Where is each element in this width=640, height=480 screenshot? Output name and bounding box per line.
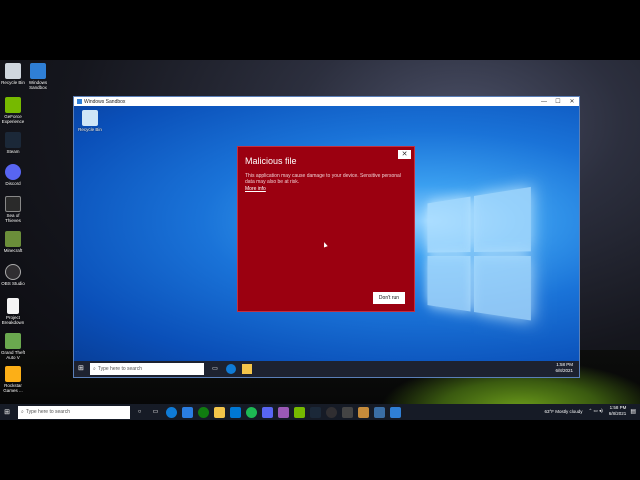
app-icon[interactable] [374, 406, 385, 418]
sandbox-taskbar: ⊞ ⌕ Type here to search ▭ 1:58 PM 6/8/20… [74, 361, 579, 377]
start-icon[interactable]: ⊞ [0, 408, 14, 416]
sandbox-app-icon [77, 99, 82, 104]
obs-icon[interactable] [326, 406, 337, 418]
recycle-bin-glyph [5, 63, 21, 79]
gta-v-icon[interactable]: Grand Theft Auto V [0, 333, 26, 360]
spotify-icon[interactable] [246, 406, 257, 418]
desktop-icon-label: Project Breakdown [1, 315, 25, 325]
desktop-icon-label: Discord [5, 181, 21, 186]
discord-icon[interactable] [262, 406, 273, 418]
file-explorer-icon[interactable] [214, 406, 225, 418]
sandbox-title: Windows Sandbox [84, 98, 126, 105]
maximize-button[interactable]: ☐ [551, 98, 565, 105]
sea-of-thieves-glyph [5, 196, 21, 212]
discord-glyph [5, 164, 21, 180]
windows-sandbox-icon[interactable]: Windows Sandbox [25, 63, 51, 90]
photos-icon[interactable] [278, 406, 289, 418]
dialog-title: Malicious file [245, 156, 297, 166]
game-icon[interactable] [358, 406, 369, 418]
discord-icon[interactable]: Discord [0, 164, 26, 186]
obs-studio-icon[interactable]: OBS Studio [0, 264, 26, 286]
search-placeholder: Type here to search [97, 366, 143, 372]
recycle-bin-icon[interactable]: Recycle Bin [0, 63, 26, 85]
cortana-icon[interactable]: ○ [134, 407, 145, 418]
document-glyph [7, 298, 19, 314]
start-icon[interactable]: ⊞ [78, 364, 84, 372]
steam-icon[interactable] [310, 406, 321, 418]
file-explorer-icon[interactable] [242, 364, 252, 374]
desktop-icon-label: Sea of Thieves [5, 213, 21, 223]
steam-glyph [5, 132, 21, 148]
malicious-file-dialog: ✕ Malicious file This application may ca… [237, 146, 415, 312]
desktop-icon-label: Windows Sandbox [28, 80, 48, 90]
gta-glyph [5, 333, 21, 349]
windows-sandbox-taskbar-icon[interactable] [390, 406, 401, 418]
geforce-glyph [5, 97, 21, 113]
pinned-apps: ○ ▭ [134, 406, 406, 418]
host-search-box[interactable]: ⌕ Type here to search [18, 405, 130, 419]
desktop-icon-label: Recycle Bin [1, 80, 25, 85]
dialog-body: This application may cause damage to you… [245, 173, 401, 185]
dont-run-button[interactable]: Don't run [373, 292, 405, 304]
windows-logo-icon [427, 186, 536, 326]
sandbox-clock[interactable]: 1:58 PM 6/8/2021 [555, 362, 573, 374]
obs-glyph [5, 264, 21, 280]
host-clock[interactable]: 1:58 PM 6/8/2021 [609, 405, 627, 417]
letterbox-bottom [0, 420, 640, 480]
sandbox-titlebar[interactable]: Windows Sandbox — ☐ ✕ [74, 97, 579, 106]
inner-recycle-bin-icon[interactable]: Recycle Bin [77, 110, 103, 132]
search-icon: ⌕ [21, 409, 24, 415]
project-breakdown-icon[interactable]: Project Breakdown [0, 298, 26, 325]
desktop-icon-label: OBS Studio [1, 281, 25, 286]
edge-icon[interactable] [166, 406, 177, 418]
nvidia-icon[interactable] [294, 406, 305, 418]
task-view-icon[interactable]: ▭ [150, 407, 161, 418]
store-icon[interactable] [182, 406, 193, 418]
desktop-icon-label: Recycle Bin [78, 127, 102, 132]
search-placeholder: Type here to search [25, 409, 71, 415]
recycle-bin-glyph [82, 110, 98, 126]
sandbox-search-box[interactable]: ⌕ Type here to search [90, 363, 204, 375]
xbox-icon[interactable] [198, 406, 209, 418]
windows-sandbox-glyph [30, 63, 46, 79]
desktop-icon-label: GeForce Experience [1, 114, 25, 124]
more-info-link[interactable]: More info [245, 186, 266, 192]
terminal-icon[interactable] [342, 406, 353, 418]
search-icon: ⌕ [93, 366, 96, 372]
steam-icon[interactable]: Steam [0, 132, 26, 154]
minecraft-icon[interactable]: Minecraft [0, 231, 26, 253]
task-view-icon[interactable]: ▭ [210, 364, 220, 374]
host-taskbar: ⊞ ⌕ Type here to search ○ ▭ 63°F Mostly … [0, 404, 640, 420]
desktop-icon-label: Rockstar Games ... [3, 383, 23, 393]
mail-icon[interactable] [230, 406, 241, 418]
dialog-close-button[interactable]: ✕ [398, 150, 411, 159]
tray-icons[interactable]: ⌃ ▭ ◂) [589, 408, 603, 414]
system-tray: 63°F Mostly cloudy ⌃ ▭ ◂) 1:58 PM 6/8/20… [544, 405, 636, 417]
desktop-icon-label: Grand Theft Auto V [1, 350, 25, 360]
minimize-button[interactable]: — [537, 99, 551, 105]
minecraft-glyph [5, 231, 21, 247]
rockstar-glyph [5, 366, 21, 382]
desktop-icon-label: Minecraft [3, 248, 23, 253]
geforce-experience-icon[interactable]: GeForce Experience [0, 97, 26, 124]
rockstar-games-icon[interactable]: Rockstar Games ... [0, 366, 26, 393]
weather-widget[interactable]: 63°F Mostly cloudy [544, 409, 582, 414]
desktop-icon-label: Steam [6, 149, 20, 154]
notification-icon[interactable]: ▤ [630, 408, 636, 415]
letterbox-top [0, 0, 640, 60]
close-button[interactable]: ✕ [565, 98, 579, 105]
sandbox-date: 6/8/2021 [555, 368, 573, 373]
edge-icon[interactable] [226, 364, 236, 374]
host-date: 6/8/2021 [608, 411, 627, 416]
sea-of-thieves-icon[interactable]: Sea of Thieves [0, 196, 26, 223]
